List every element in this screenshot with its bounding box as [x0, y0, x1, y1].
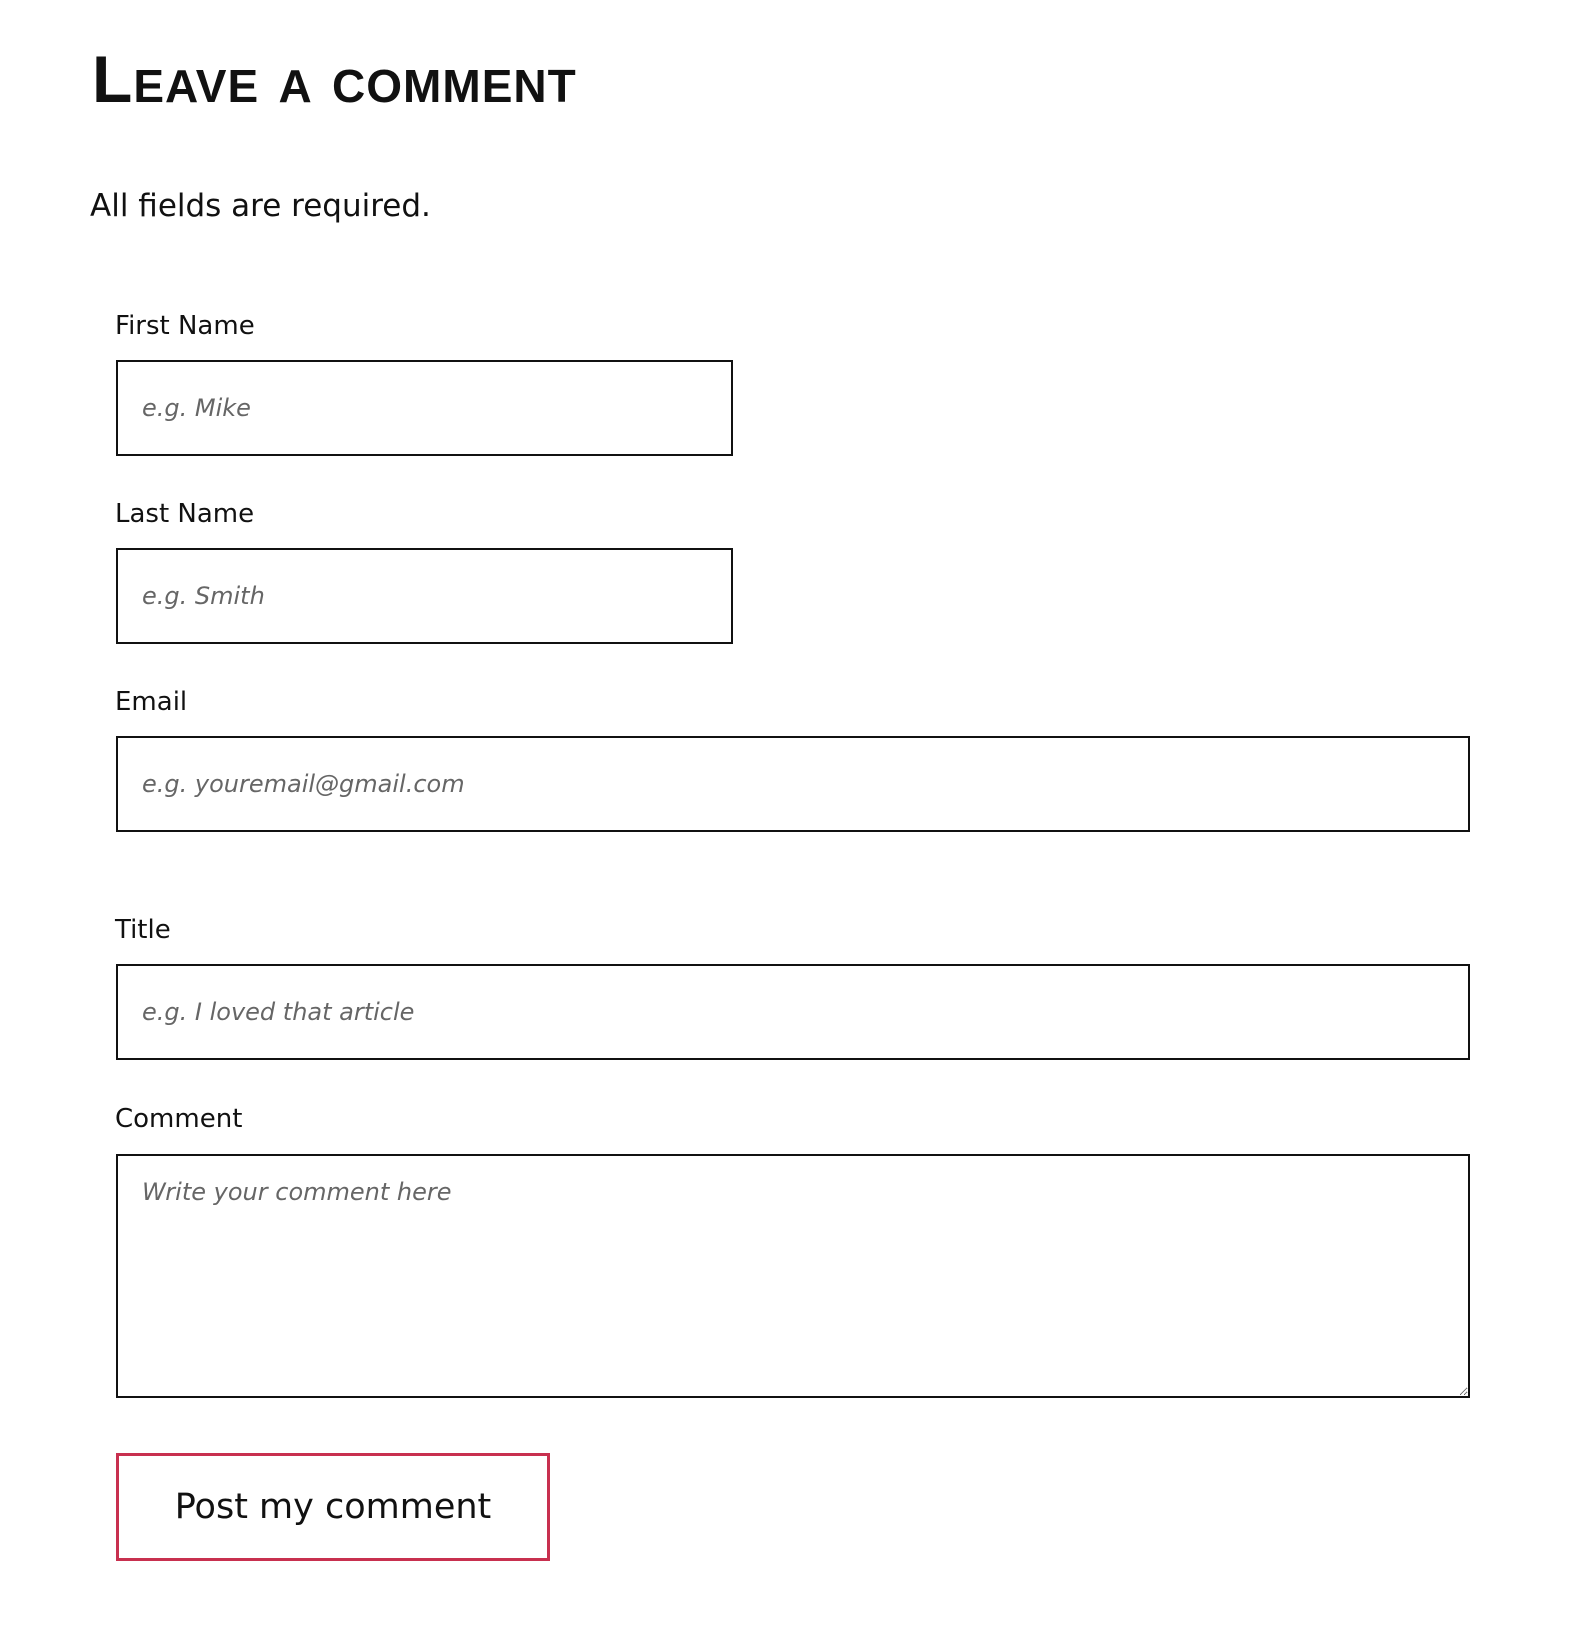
form-heading: Leave a comment — [92, 42, 577, 116]
comment-form-page: Leave a comment All fields are required.… — [0, 0, 1584, 1628]
last-name-input[interactable] — [116, 548, 733, 644]
comment-label: Comment — [115, 1104, 243, 1134]
email-label: Email — [115, 687, 188, 717]
last-name-label: Last Name — [115, 499, 255, 529]
post-comment-button[interactable]: Post my comment — [116, 1453, 550, 1561]
required-fields-note: All fields are required. — [90, 188, 431, 224]
first-name-label: First Name — [115, 311, 255, 341]
email-input[interactable] — [116, 736, 1470, 832]
title-input[interactable] — [116, 964, 1470, 1060]
title-label: Title — [115, 915, 171, 945]
first-name-input[interactable] — [116, 360, 733, 456]
comment-textarea[interactable] — [116, 1154, 1470, 1398]
